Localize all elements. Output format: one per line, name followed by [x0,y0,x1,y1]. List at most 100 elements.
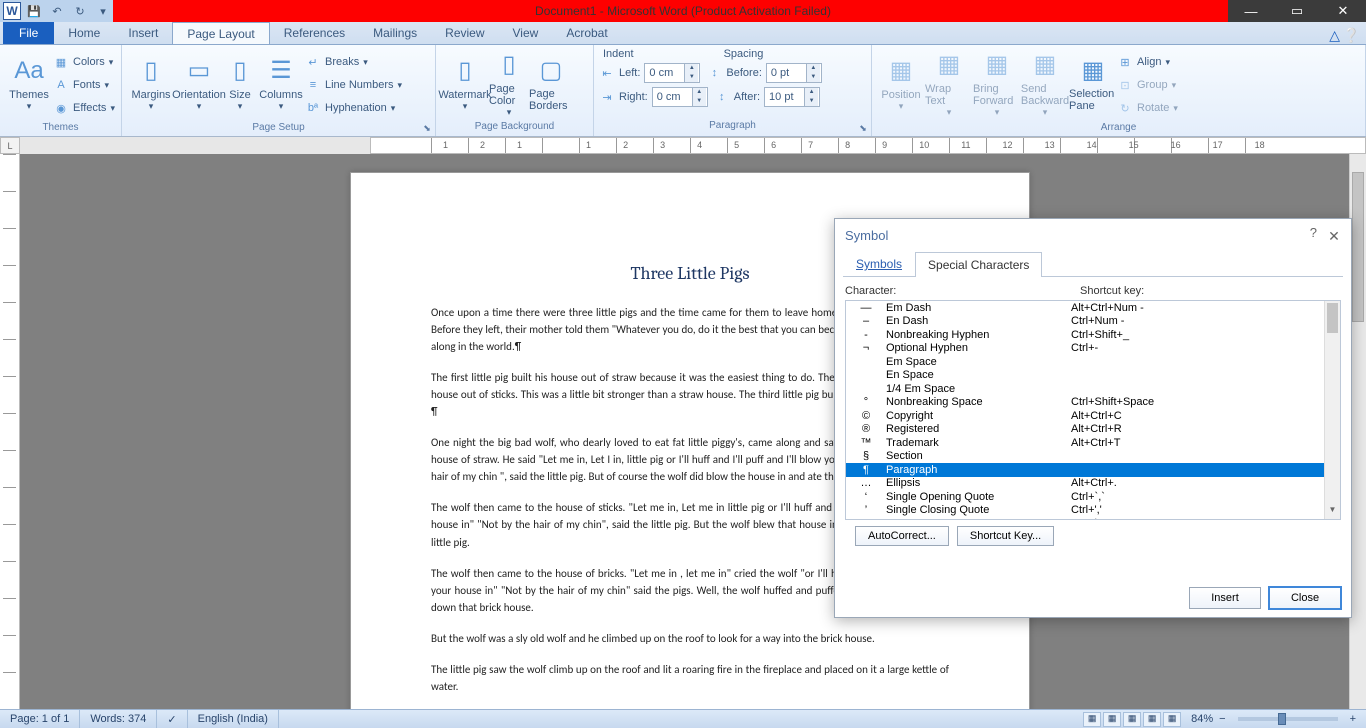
view-draft[interactable]: ▦ [1163,712,1181,727]
minimize-button[interactable]: — [1228,0,1274,22]
restore-button[interactable]: ▭ [1274,0,1320,22]
group-page-background: ▯Watermark▾ ▯Page Color▾ ▢Page Borders P… [436,45,594,136]
char-row[interactable]: ’Single Closing QuoteCtrl+',' [846,504,1340,518]
char-row[interactable]: En Space [846,369,1340,383]
paragraph-launcher[interactable]: ⬊ [857,123,869,135]
bring-forward-button: ▦Bring Forward▾ [973,48,1021,118]
indent-left-input[interactable]: 0 cm▲▼ [644,63,700,83]
zoom-slider[interactable] [1238,717,1338,721]
watermark-button[interactable]: ▯Watermark▾ [441,48,489,118]
tab-insert[interactable]: Insert [114,22,172,44]
tab-mailings[interactable]: Mailings [359,22,431,44]
char-row[interactable]: "Double Opening QuoteCtrl+`," [846,517,1340,520]
tab-home[interactable]: Home [54,22,114,44]
char-row[interactable]: ‘Single Opening QuoteCtrl+`,` [846,490,1340,504]
tab-file[interactable]: File [3,22,54,44]
view-web-layout[interactable]: ▦ [1123,712,1141,727]
breaks-button[interactable]: ↵Breaks▾ [305,51,402,73]
char-row[interactable]: -Nonbreaking HyphenCtrl+Shift+_ [846,328,1340,342]
size-button[interactable]: ▯Size▾ [223,48,257,118]
zoom-level[interactable]: 84% [1191,713,1213,725]
tab-acrobat[interactable]: Acrobat [552,22,621,44]
columns-button[interactable]: ☰Columns▾ [257,48,305,118]
minimize-ribbon-icon[interactable]: △ [1329,27,1340,44]
word-app-icon[interactable]: W [3,2,21,20]
special-char-list[interactable]: —Em DashAlt+Ctrl+Num -–En DashCtrl+Num -… [845,300,1341,520]
orientation-icon: ▭ [183,55,215,87]
selection-pane-icon: ▦ [1077,54,1109,86]
page-setup-launcher[interactable]: ⬊ [421,123,433,135]
undo-icon[interactable]: ↶ [47,2,67,20]
help-icon[interactable]: ❔ [1343,27,1360,44]
status-words[interactable]: Words: 374 [80,710,157,728]
align-button[interactable]: ⊞Align▾ [1117,51,1178,73]
save-icon[interactable]: 💾 [24,2,44,20]
char-row[interactable]: Em Space [846,355,1340,369]
selection-pane-button[interactable]: ▦Selection Pane [1069,48,1117,118]
char-row[interactable]: —Em DashAlt+Ctrl+Num - [846,301,1340,315]
margins-button[interactable]: ▯Margins▾ [127,48,175,118]
char-row[interactable]: …EllipsisAlt+Ctrl+. [846,477,1340,491]
horizontal-ruler[interactable]: 121123456789101112131415161718 [20,137,1366,154]
char-row[interactable]: 1/4 Em Space [846,382,1340,396]
title-bar: W 💾 ↶ ↻ ▾ Document1 - Microsoft Word (Pr… [0,0,1366,22]
vertical-ruler[interactable] [0,154,20,709]
zoom-out-button[interactable]: − [1215,713,1229,725]
redo-icon[interactable]: ↻ [70,2,90,20]
status-page[interactable]: Page: 1 of 1 [0,710,80,728]
view-print-layout[interactable]: ▦ [1083,712,1101,727]
hyphenation-icon: bª [305,100,321,116]
theme-colors-button[interactable]: ▦Colors▾ [53,51,115,73]
watermark-icon: ▯ [449,55,481,87]
char-row[interactable]: §Section [846,450,1340,464]
dialog-close-icon[interactable]: ✕ [1323,225,1345,247]
dialog-help-icon[interactable]: ? [1310,225,1317,240]
zoom-in-button[interactable]: + [1346,713,1360,725]
char-row[interactable]: ™TrademarkAlt+Ctrl+T [846,436,1340,450]
autocorrect-button[interactable]: AutoCorrect... [855,526,949,546]
spacing-after-input[interactable]: 10 pt▲▼ [764,87,820,107]
group-button: ⊡Group▾ [1117,74,1178,96]
quick-access-toolbar: W 💾 ↶ ↻ ▾ [0,0,113,22]
rotate-button: ↻Rotate▾ [1117,97,1178,119]
dialog-tabs: Symbols Special Characters [843,251,1343,277]
theme-fonts-button[interactable]: AFonts▾ [53,74,115,96]
group-paragraph: Indent Spacing ⇤Left:0 cm▲▼ ↕Before:0 pt… [594,45,872,136]
status-proofing[interactable]: ✓ [157,710,187,728]
char-row[interactable]: ®RegisteredAlt+Ctrl+R [846,423,1340,437]
tab-symbols-dlg[interactable]: Symbols [843,251,915,276]
shortcut-key-button[interactable]: Shortcut Key... [957,526,1054,546]
page-color-button[interactable]: ▯Page Color▾ [489,48,529,118]
insert-button[interactable]: Insert [1189,587,1261,609]
view-full-screen[interactable]: ▦ [1103,712,1121,727]
themes-button[interactable]: Aa Themes ▾ [5,48,53,118]
tab-review[interactable]: Review [431,22,498,44]
qat-customize-icon[interactable]: ▾ [93,2,113,20]
theme-effects-button[interactable]: ◉Effects▾ [53,97,115,119]
tab-references[interactable]: References [270,22,359,44]
char-row[interactable]: –En DashCtrl+Num - [846,315,1340,329]
indent-left-icon: ⇤ [599,65,615,81]
char-row[interactable]: ©CopyrightAlt+Ctrl+C [846,409,1340,423]
tab-page-layout[interactable]: Page Layout [172,22,269,44]
spacing-after-icon: ↕ [714,89,730,105]
close-button[interactable]: ✕ [1320,0,1366,22]
ribbon: Aa Themes ▾ ▦Colors▾ AFonts▾ ◉Effects▾ T… [0,45,1366,137]
char-row[interactable]: ¬Optional HyphenCtrl+- [846,342,1340,356]
ruler-corner[interactable]: L [0,137,20,154]
status-language[interactable]: English (India) [188,710,279,728]
orientation-button[interactable]: ▭Orientation▾ [175,48,223,118]
char-row[interactable]: °Nonbreaking SpaceCtrl+Shift+Space [846,396,1340,410]
spacing-before-icon: ↕ [706,65,722,81]
tab-view[interactable]: View [499,22,553,44]
hyphenation-button[interactable]: bªHyphenation▾ [305,97,402,119]
spacing-before-input[interactable]: 0 pt▲▼ [766,63,822,83]
indent-right-input[interactable]: 0 cm▲▼ [652,87,708,107]
tab-special-characters[interactable]: Special Characters [915,252,1042,277]
page-borders-button[interactable]: ▢Page Borders [529,48,573,118]
close-dialog-button[interactable]: Close [1269,587,1341,609]
line-numbers-button[interactable]: ≡Line Numbers▾ [305,74,402,96]
char-row[interactable]: ¶Paragraph [846,463,1340,477]
view-outline[interactable]: ▦ [1143,712,1161,727]
char-list-scrollbar[interactable]: ▲▼ [1324,301,1340,519]
